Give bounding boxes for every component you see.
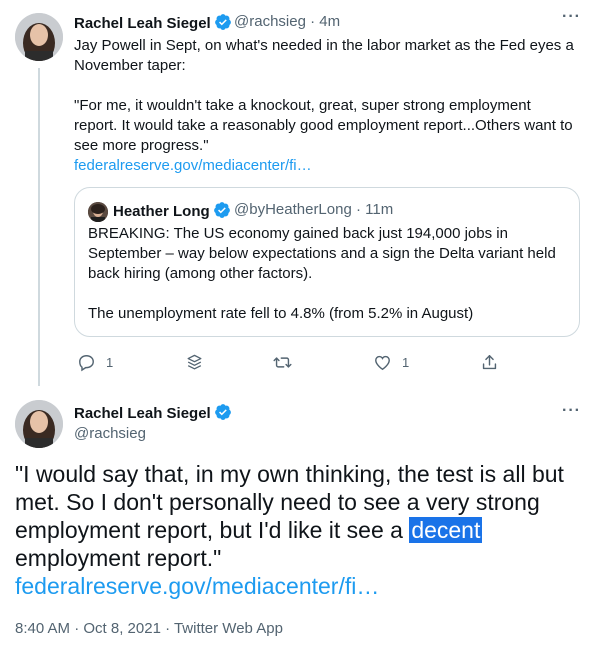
stack-icon [187,354,202,369]
more-icon[interactable]: ··· [562,8,581,26]
thread-connector-line [38,68,40,386]
share-icon [482,354,497,369]
author-name[interactable]: Rachel Leah Siegel [74,403,232,425]
stack-button[interactable] [185,350,204,374]
retweet-button[interactable] [273,350,292,374]
quote-text: BREAKING: The US economy gained back jus… [88,225,556,322]
tweet-link[interactable]: federalreserve.gov/mediacenter/fi… [15,572,585,600]
verified-badge-icon [213,201,231,223]
reply-count: 1 [106,354,114,370]
avatar-image [15,400,63,448]
like-count: 1 [402,354,410,370]
tweet-time[interactable]: 4m [319,13,340,30]
quote-meta: @byHeatherLong · 11m [234,201,394,218]
quote-avatar [88,202,108,222]
heart-icon [375,355,390,370]
selected-text: decent [409,517,483,543]
avatar[interactable] [15,13,63,61]
verified-badge-icon [214,13,232,35]
quote-time: 11m [365,201,394,218]
reply-icon [79,354,94,371]
tweet-text: Jay Powell in Sept, on what's needed in … [74,37,574,154]
tweet-timestamp[interactable]: 8:40 AM · Oct 8, 2021 · Twitter Web App [15,620,283,637]
tweet-meta: @rachsieg · 4m [234,13,341,30]
avatar[interactable] [15,400,63,448]
share-button[interactable] [480,350,499,374]
retweet-icon [273,356,292,368]
more-icon[interactable]: ··· [562,402,581,420]
quote-author-handle: @byHeatherLong [234,201,352,218]
quote-author-name: Heather Long [113,201,231,223]
author-name[interactable]: Rachel Leah Siegel [74,13,232,35]
tweet-text-end: employment report." [15,545,222,571]
author-handle[interactable]: @rachsieg [234,13,306,30]
like-button[interactable]: 1 [373,350,409,374]
tweet-text: "I would say that, in my own thinking, t… [15,460,585,600]
tweet-link[interactable]: federalreserve.gov/mediacenter/fi… [74,156,312,176]
quoted-tweet[interactable]: Heather Long @byHeatherLong · 11m BREAKI… [74,187,580,337]
author-handle[interactable]: @rachsieg [74,425,146,442]
verified-badge-icon [214,403,232,425]
avatar-image [15,13,63,61]
reply-button[interactable]: 1 [77,350,113,374]
